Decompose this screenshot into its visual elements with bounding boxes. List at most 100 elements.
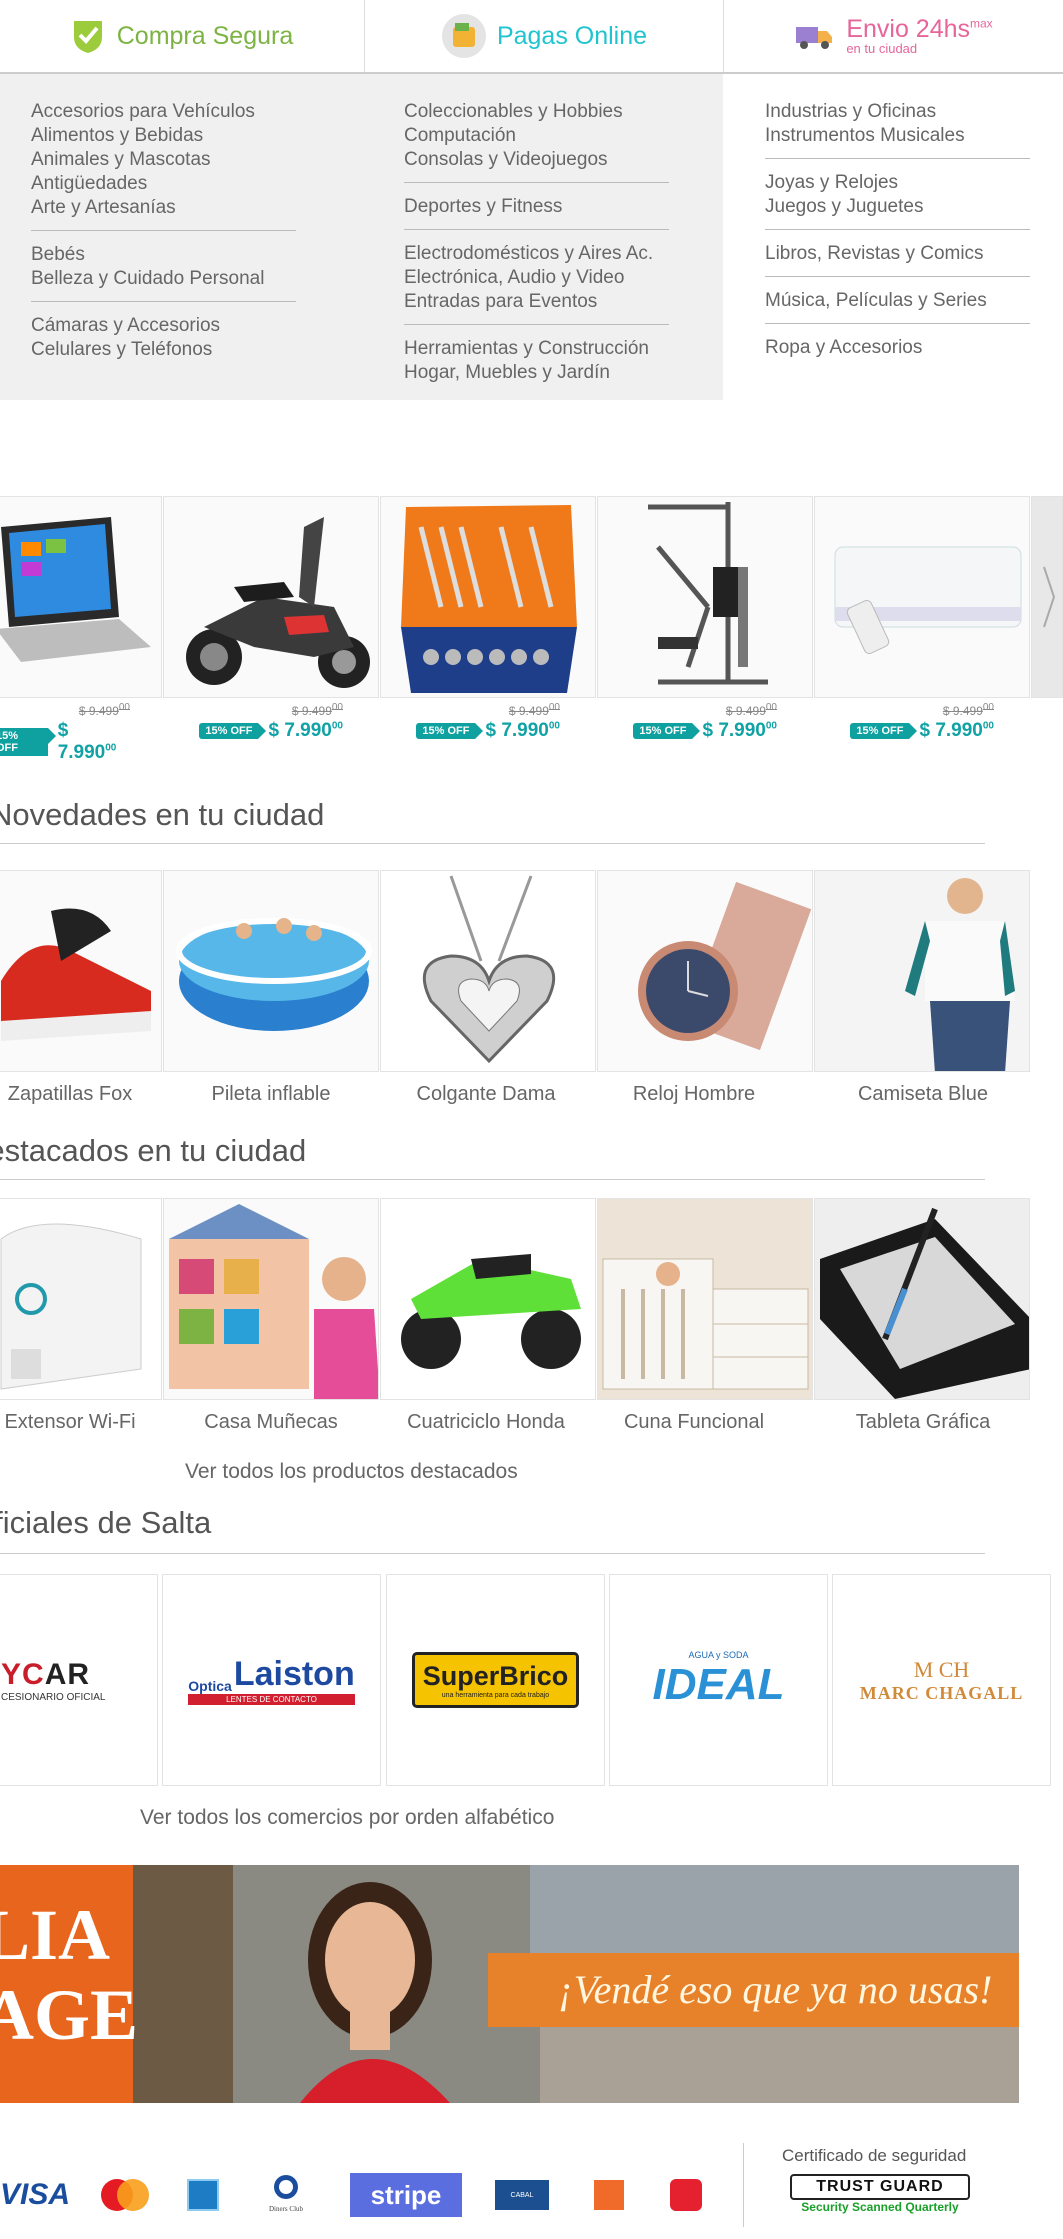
- offer-card[interactable]: [163, 496, 379, 698]
- chevron-right-icon: [1043, 566, 1056, 628]
- security-label: Certificado de seguridad: [782, 2146, 967, 2165]
- dollhouse-image: [169, 1204, 378, 1399]
- category-group: Electrodomésticos y Aires Ac. Electrónica…: [404, 242, 669, 325]
- category-link[interactable]: Joyas y Relojes: [765, 171, 1030, 195]
- sale-price: $ 7.99000: [268, 720, 343, 741]
- offers-carousel: $ 9.4990015% OFF$ 7.99000$ 9.4990015% OF…: [0, 496, 1063, 763]
- envio-24hs[interactable]: Envio 24hsmax en tu ciudad: [724, 0, 1063, 72]
- category-link[interactable]: Instrumentos Musicales: [765, 124, 1030, 148]
- store-ideal-name: IDEAL: [652, 1660, 785, 1709]
- category-link[interactable]: Celulares y Teléfonos: [31, 338, 296, 362]
- product-card[interactable]: [380, 1198, 596, 1400]
- category-link[interactable]: Industrias y Oficinas: [765, 100, 1030, 124]
- category-link[interactable]: Música, Películas y Series: [765, 289, 1030, 313]
- product-caption[interactable]: Cuna Funcional: [584, 1411, 804, 1434]
- offer-card[interactable]: [597, 496, 813, 698]
- product-card[interactable]: [814, 1198, 1030, 1400]
- category-group: Cámaras y Accesorios Celulares y Teléfono…: [31, 314, 296, 372]
- store-laiston-sub: LENTES DE CONTACTO: [188, 1694, 355, 1705]
- envio-sup: max: [970, 16, 993, 31]
- banner-left-text-2: AGE: [0, 1975, 139, 2055]
- product-card[interactable]: [597, 1198, 813, 1400]
- store-card[interactable]: YCAR CESIONARIO OFICIAL: [0, 1574, 158, 1786]
- product-caption[interactable]: Camiseta Blue: [813, 1083, 1033, 1106]
- old-price: $ 9.49900: [942, 702, 994, 718]
- category-group: Bebés Belleza y Cuidado Personal: [31, 243, 296, 302]
- product-card[interactable]: [163, 870, 379, 1072]
- product-caption[interactable]: Extensor Wi-Fi: [0, 1411, 180, 1434]
- category-link[interactable]: Consolas y Videojuegos: [404, 148, 669, 172]
- store-card[interactable]: SuperBrico una herramienta para cada tra…: [386, 1574, 605, 1786]
- category-group: Accesorios para Vehículos Alimentos y Beb…: [31, 100, 296, 231]
- category-link[interactable]: Computación: [404, 124, 669, 148]
- category-link[interactable]: Deportes y Fitness: [404, 195, 669, 219]
- product-card[interactable]: [597, 870, 813, 1072]
- pool-image: [176, 918, 372, 1031]
- store-card[interactable]: AGUA y SODA IDEAL: [609, 1574, 828, 1786]
- product-caption[interactable]: Pileta inflable: [161, 1083, 381, 1106]
- offer-card[interactable]: [0, 496, 162, 698]
- carousel-next-button[interactable]: [1031, 496, 1063, 698]
- offer-card[interactable]: [814, 496, 1030, 698]
- category-link[interactable]: Belleza y Cuidado Personal: [31, 267, 296, 291]
- store-ideal-pre: AGUA y SODA: [688, 1650, 749, 1660]
- category-column-3: Industrias y Oficinas Instrumentos Musica…: [723, 74, 1063, 400]
- diners-logo: Diners Club: [258, 2165, 314, 2225]
- crib-image: [598, 1199, 812, 1399]
- product-caption[interactable]: Zapatillas Fox: [0, 1083, 180, 1106]
- category-link[interactable]: Bebés: [31, 243, 296, 267]
- category-link[interactable]: Alimentos y Bebidas: [31, 124, 296, 148]
- product-card[interactable]: [0, 870, 162, 1072]
- pagas-online[interactable]: Pagas Online: [365, 0, 723, 72]
- product-caption[interactable]: Colgante Dama: [376, 1083, 596, 1106]
- svg-text:Diners Club: Diners Club: [269, 2205, 304, 2213]
- category-link[interactable]: Herramientas y Construcción: [404, 337, 669, 361]
- category-link[interactable]: Entradas para Eventos: [404, 290, 669, 314]
- scooter-image: [186, 517, 370, 688]
- see-all-featured-link[interactable]: Ver todos los productos destacados: [185, 1460, 518, 1484]
- category-link[interactable]: Ropa y Accesorios: [765, 336, 1030, 360]
- sale-price: $ 7.99000: [57, 720, 117, 763]
- category-link[interactable]: Juegos y Juguetes: [765, 195, 1030, 219]
- watch-image: [638, 881, 812, 1051]
- offer-price: $ 9.49900 15% OFF$ 7.99000: [0, 702, 130, 764]
- security-sub: Security Scanned Quarterly: [801, 2200, 959, 2214]
- stores-row: YCAR CESIONARIO OFICIAL Optica Laiston L…: [0, 1574, 1063, 1788]
- product-card[interactable]: [0, 1198, 162, 1400]
- promo-banner[interactable]: LIA AGE ¡Vendé eso que ya no usas!: [0, 1865, 1019, 2103]
- category-link[interactable]: Cámaras y Accesorios: [31, 314, 296, 338]
- see-all-stores-link[interactable]: Ver todos los comercios por orden alfabé…: [140, 1806, 554, 1830]
- product-card[interactable]: [814, 870, 1030, 1072]
- shield-check-icon: [73, 21, 102, 53]
- category-link[interactable]: Coleccionables y Hobbies: [404, 100, 669, 124]
- category-link[interactable]: Hogar, Muebles y Jardín: [404, 361, 669, 385]
- category-link[interactable]: Electrónica, Audio y Video: [404, 266, 669, 290]
- store-card[interactable]: M CH MARC CHAGALL: [832, 1574, 1051, 1786]
- product-caption[interactable]: Casa Muñecas: [161, 1411, 381, 1434]
- old-price: $ 9.49900: [78, 702, 130, 718]
- category-link[interactable]: Libros, Revistas y Comics: [765, 242, 1030, 266]
- offer-card[interactable]: [380, 496, 596, 698]
- product-caption[interactable]: Tableta Gráfica: [813, 1411, 1033, 1434]
- pagas-label: Pagas Online: [496, 21, 648, 50]
- discount-badge: 15% OFF: [0, 728, 56, 756]
- product-card[interactable]: [163, 1198, 379, 1400]
- compra-segura[interactable]: Compra Segura: [0, 0, 364, 72]
- category-link[interactable]: Arte y Artesanías: [31, 196, 296, 220]
- product-card[interactable]: [380, 870, 596, 1072]
- trust-guard-badge[interactable]: TRUST GUARD: [790, 2174, 970, 2200]
- product-caption[interactable]: Cuatriciclo Honda: [376, 1411, 596, 1434]
- naranja-logo: [592, 2165, 626, 2225]
- garage-items-image: [540, 2027, 1019, 2103]
- novedades-row: [0, 870, 1063, 1110]
- quad-bike-image: [401, 1254, 581, 1369]
- cabal-logo: CABAL: [495, 2165, 549, 2225]
- graphic-tablet-image: [820, 1207, 1029, 1399]
- category-link[interactable]: Accesorios para Vehículos: [31, 100, 296, 124]
- product-caption[interactable]: Reloj Hombre: [584, 1083, 804, 1106]
- store-card[interactable]: Optica Laiston LENTES DE CONTACTO: [162, 1574, 381, 1786]
- category-link[interactable]: Antigüedades: [31, 172, 296, 196]
- top-bar: Compra Segura Pagas Online Envio 24hsmax…: [0, 0, 1063, 74]
- category-link[interactable]: Electrodomésticos y Aires Ac.: [404, 242, 669, 266]
- category-link[interactable]: Animales y Mascotas: [31, 148, 296, 172]
